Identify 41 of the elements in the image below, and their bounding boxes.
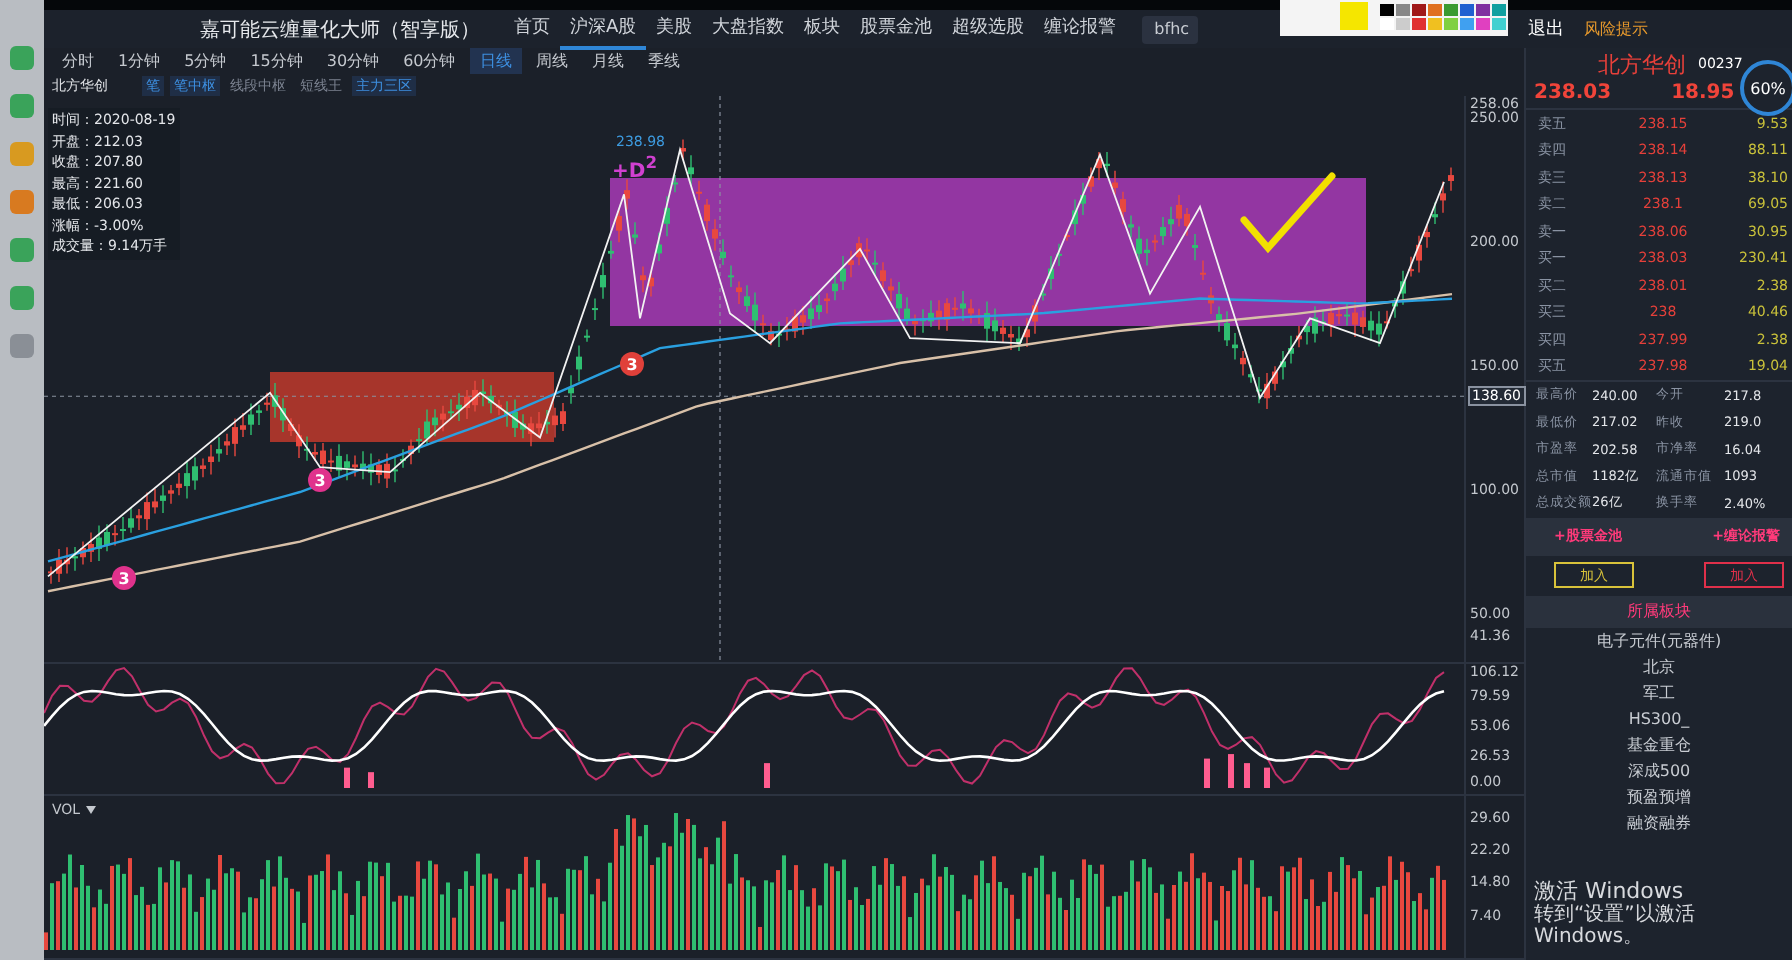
signal-marker: 3 — [308, 468, 332, 492]
logout-link[interactable]: 退出 — [1528, 16, 1564, 42]
sector-item[interactable]: 深成500 — [1526, 757, 1792, 783]
nav-tab[interactable]: 超级选股 — [942, 8, 1035, 50]
signal-marker: 3 — [620, 352, 644, 376]
nav-tab[interactable]: 缠论报警 — [1034, 8, 1127, 50]
period-tab[interactable]: 季线 — [637, 48, 690, 75]
signal-label: +D$^{2}$ — [612, 152, 657, 183]
period-tab[interactable]: 分时 — [52, 48, 104, 75]
usage-gauge: 60% — [1740, 60, 1792, 116]
app-title: 嘉可能云缠量化大师（智享版） — [200, 17, 480, 43]
activation-notice-text: 转到“设置”以激活 Windows。 — [1534, 904, 1697, 948]
sector-item[interactable]: 军工 — [1526, 679, 1792, 705]
risk-warning-link[interactable]: 风险提示 — [1584, 18, 1648, 40]
period-tab[interactable]: 30分钟 — [316, 48, 390, 75]
period-tab[interactable]: 周线 — [525, 48, 578, 75]
sector-title: 所属板块 — [1526, 595, 1792, 627]
sector-item[interactable]: 电子元件(元器件) — [1526, 627, 1792, 653]
sector-item[interactable]: 预盈预增 — [1526, 783, 1792, 809]
sector-item[interactable]: 融资融券 — [1526, 809, 1792, 835]
nav-tab[interactable]: 美股 — [646, 8, 703, 50]
activation-notice-title: 激活 Windows — [1534, 878, 1684, 904]
quote-price: 238.03 — [1534, 81, 1612, 103]
period-tab[interactable]: 月线 — [581, 48, 634, 75]
period-tab[interactable]: 5分钟 — [174, 48, 237, 75]
signal-marker: 3 — [112, 566, 136, 590]
period-tab[interactable]: 日线 — [469, 48, 522, 75]
search-field[interactable]: bfhc — [1142, 15, 1199, 43]
nav-tab[interactable]: 大盘指数 — [702, 8, 795, 50]
sector-item[interactable]: HS300_ — [1526, 705, 1792, 731]
period-tab[interactable]: 60分钟 — [393, 48, 466, 75]
quote-name: 北方华创 — [1598, 49, 1686, 79]
nav-tab[interactable]: 沪深A股 — [560, 8, 647, 50]
period-tab[interactable]: 15分钟 — [240, 48, 313, 75]
sector-item[interactable]: 北京 — [1526, 653, 1792, 679]
nav-tab[interactable]: 首页 — [504, 8, 560, 50]
sector-item[interactable]: 基金重仓 — [1526, 731, 1792, 757]
period-tab[interactable]: 1分钟 — [108, 48, 171, 75]
nav-tab[interactable]: 板块 — [794, 8, 851, 50]
quote-change: 18.95 — [1671, 81, 1735, 103]
nav-tab[interactable]: 股票金池 — [850, 8, 943, 50]
